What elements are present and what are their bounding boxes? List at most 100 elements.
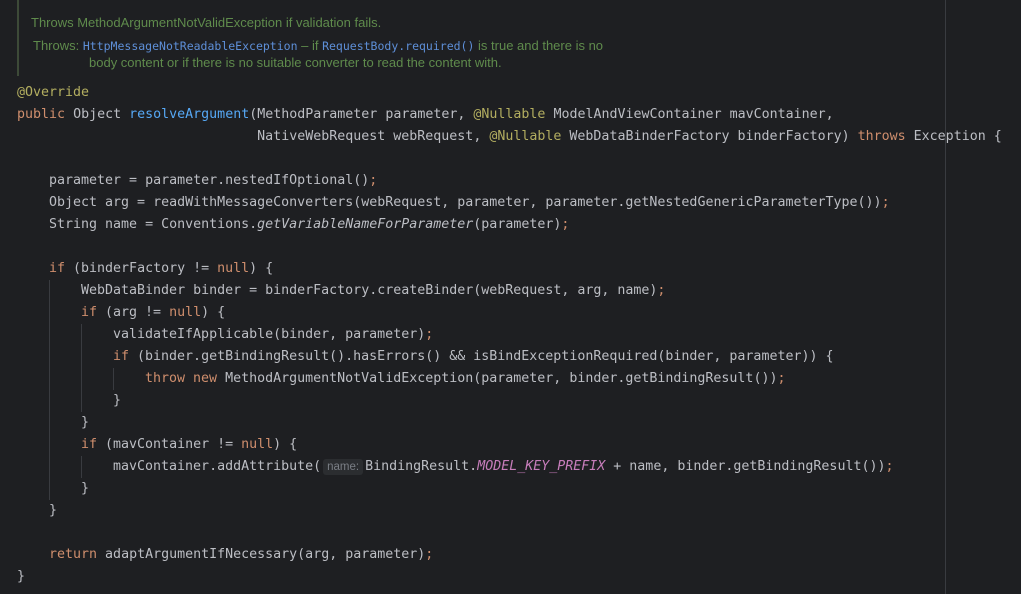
static-constant: MODEL_KEY_PREFIX (477, 459, 606, 474)
brace: } (81, 481, 90, 496)
code-line: if (arg != null) { (17, 302, 1002, 324)
code-line: @Override (17, 82, 1002, 104)
keyword: public (17, 107, 66, 122)
code-line: throw new MethodArgumentNotValidExceptio… (17, 368, 1002, 390)
code-line: String name = Conventions.getVariableNam… (17, 214, 1002, 236)
statement: mavContainer.addAttribute( (113, 459, 322, 474)
semicolon: ; (561, 217, 570, 232)
code-line: } (17, 412, 1002, 434)
exception-type: Exception { (905, 129, 1002, 144)
javadoc-text: Throws MethodArgumentNotValidException i… (31, 15, 382, 30)
code-area[interactable]: @Override public Object resolveArgument(… (17, 82, 1002, 588)
statement: validateIfApplicable(binder, parameter) (113, 327, 426, 342)
throws-label: Throws: (33, 38, 80, 53)
condition: (binderFactory != (65, 261, 218, 276)
indent-guide (49, 324, 50, 346)
indent-guide (81, 368, 82, 390)
code-line: if (binder.getBindingResult().hasErrors(… (17, 346, 1002, 368)
parameter: MethodParameter parameter, (257, 107, 474, 122)
code-line: mavContainer.addAttribute(name: BindingRe… (17, 456, 1002, 478)
keyword: null (169, 305, 202, 320)
statement: BindingResult. (365, 459, 478, 474)
statement: String name = Conventions. (49, 217, 258, 232)
javadoc-line: Throws MethodArgumentNotValidException i… (31, 14, 381, 31)
indent-guide (49, 434, 50, 456)
brace: } (49, 503, 58, 518)
code-line: parameter = parameter.nestedIfOptional()… (17, 170, 1002, 192)
static-method-name: getVariableNameForParameter (257, 217, 474, 232)
statement: (parameter) (473, 217, 562, 232)
keyword: throw (145, 371, 186, 386)
statement: parameter = parameter.nestedIfOptional() (49, 173, 370, 188)
keyword: if (81, 305, 98, 320)
keyword: return (49, 547, 98, 562)
javadoc-text: body content or if there is no suitable … (89, 55, 502, 70)
statement: + name, binder.getBindingResult()) (605, 459, 886, 474)
code-line: WebDataBinder binder = binderFactory.cre… (17, 280, 1002, 302)
exception-link[interactable]: HttpMessageNotReadableException (83, 39, 298, 53)
nullable-annotation: @Nullable (473, 107, 546, 122)
indent-guide (49, 390, 50, 412)
parameter: WebDataBinderFactory binderFactory) (561, 129, 858, 144)
keyword: new (193, 371, 218, 386)
indent-guide (49, 478, 50, 500)
condition: (binder.getBindingResult().hasErrors() &… (129, 349, 834, 364)
brace: } (113, 393, 122, 408)
statement: MethodArgumentNotValidException(paramete… (217, 371, 778, 386)
code-line: } (17, 566, 1002, 588)
semicolon: ; (425, 327, 434, 342)
indent-guide (49, 346, 50, 368)
indent-guide (113, 368, 114, 390)
condition: (arg != (97, 305, 170, 320)
indent-guide (81, 324, 82, 346)
keyword: if (113, 349, 130, 364)
statement: Object arg = readWithMessageConverters(w… (49, 195, 882, 210)
override-annotation: @Override (17, 85, 90, 100)
parameter-name-hint: name: (323, 459, 364, 475)
keyword: if (49, 261, 66, 276)
indent-guide (49, 412, 50, 434)
semicolon: ; (369, 173, 378, 188)
semicolon: ; (425, 547, 434, 562)
semicolon: ; (885, 459, 894, 474)
indent-guide (81, 390, 82, 412)
javadoc-text: is true and there is no (474, 38, 604, 53)
keyword: throws (857, 129, 906, 144)
rendered-javadoc: Throws MethodArgumentNotValidException i… (17, 0, 945, 76)
semicolon: ; (881, 195, 890, 210)
brace: } (81, 415, 90, 430)
indent-guide (81, 456, 82, 478)
condition: (mavContainer != (97, 437, 242, 452)
code-line: return adaptArgumentIfNecessary(arg, par… (17, 544, 1002, 566)
brace: ) { (249, 261, 274, 276)
indent-guide (81, 346, 82, 368)
method-name: resolveArgument (129, 107, 250, 122)
code-editor[interactable]: Throws MethodArgumentNotValidException i… (0, 0, 1021, 594)
parameter: NativeWebRequest webRequest, (257, 129, 490, 144)
brace: ) { (201, 305, 226, 320)
code-line: public Object resolveArgument(MethodPara… (17, 104, 1002, 126)
javadoc-line: body content or if there is no suitable … (89, 54, 502, 71)
request-body-link[interactable]: RequestBody.required() (322, 39, 474, 53)
javadoc-throws-line: Throws: HttpMessageNotReadableException … (33, 37, 603, 55)
statement: adaptArgumentIfNecessary(arg, parameter) (97, 547, 426, 562)
javadoc-text: – if (297, 38, 323, 53)
keyword: null (217, 261, 250, 276)
nullable-annotation: @Nullable (489, 129, 562, 144)
code-line: } (17, 390, 1002, 412)
code-line: } (17, 500, 1002, 522)
statement: WebDataBinder binder = binderFactory.cre… (81, 283, 658, 298)
code-line: if (mavContainer != null) { (17, 434, 1002, 456)
indent-guide (49, 280, 50, 302)
code-line: } (17, 478, 1002, 500)
brace: } (17, 569, 26, 584)
indent-guide (49, 368, 50, 390)
code-line: Object arg = readWithMessageConverters(w… (17, 192, 1002, 214)
code-line: NativeWebRequest webRequest, @Nullable W… (17, 126, 1002, 148)
